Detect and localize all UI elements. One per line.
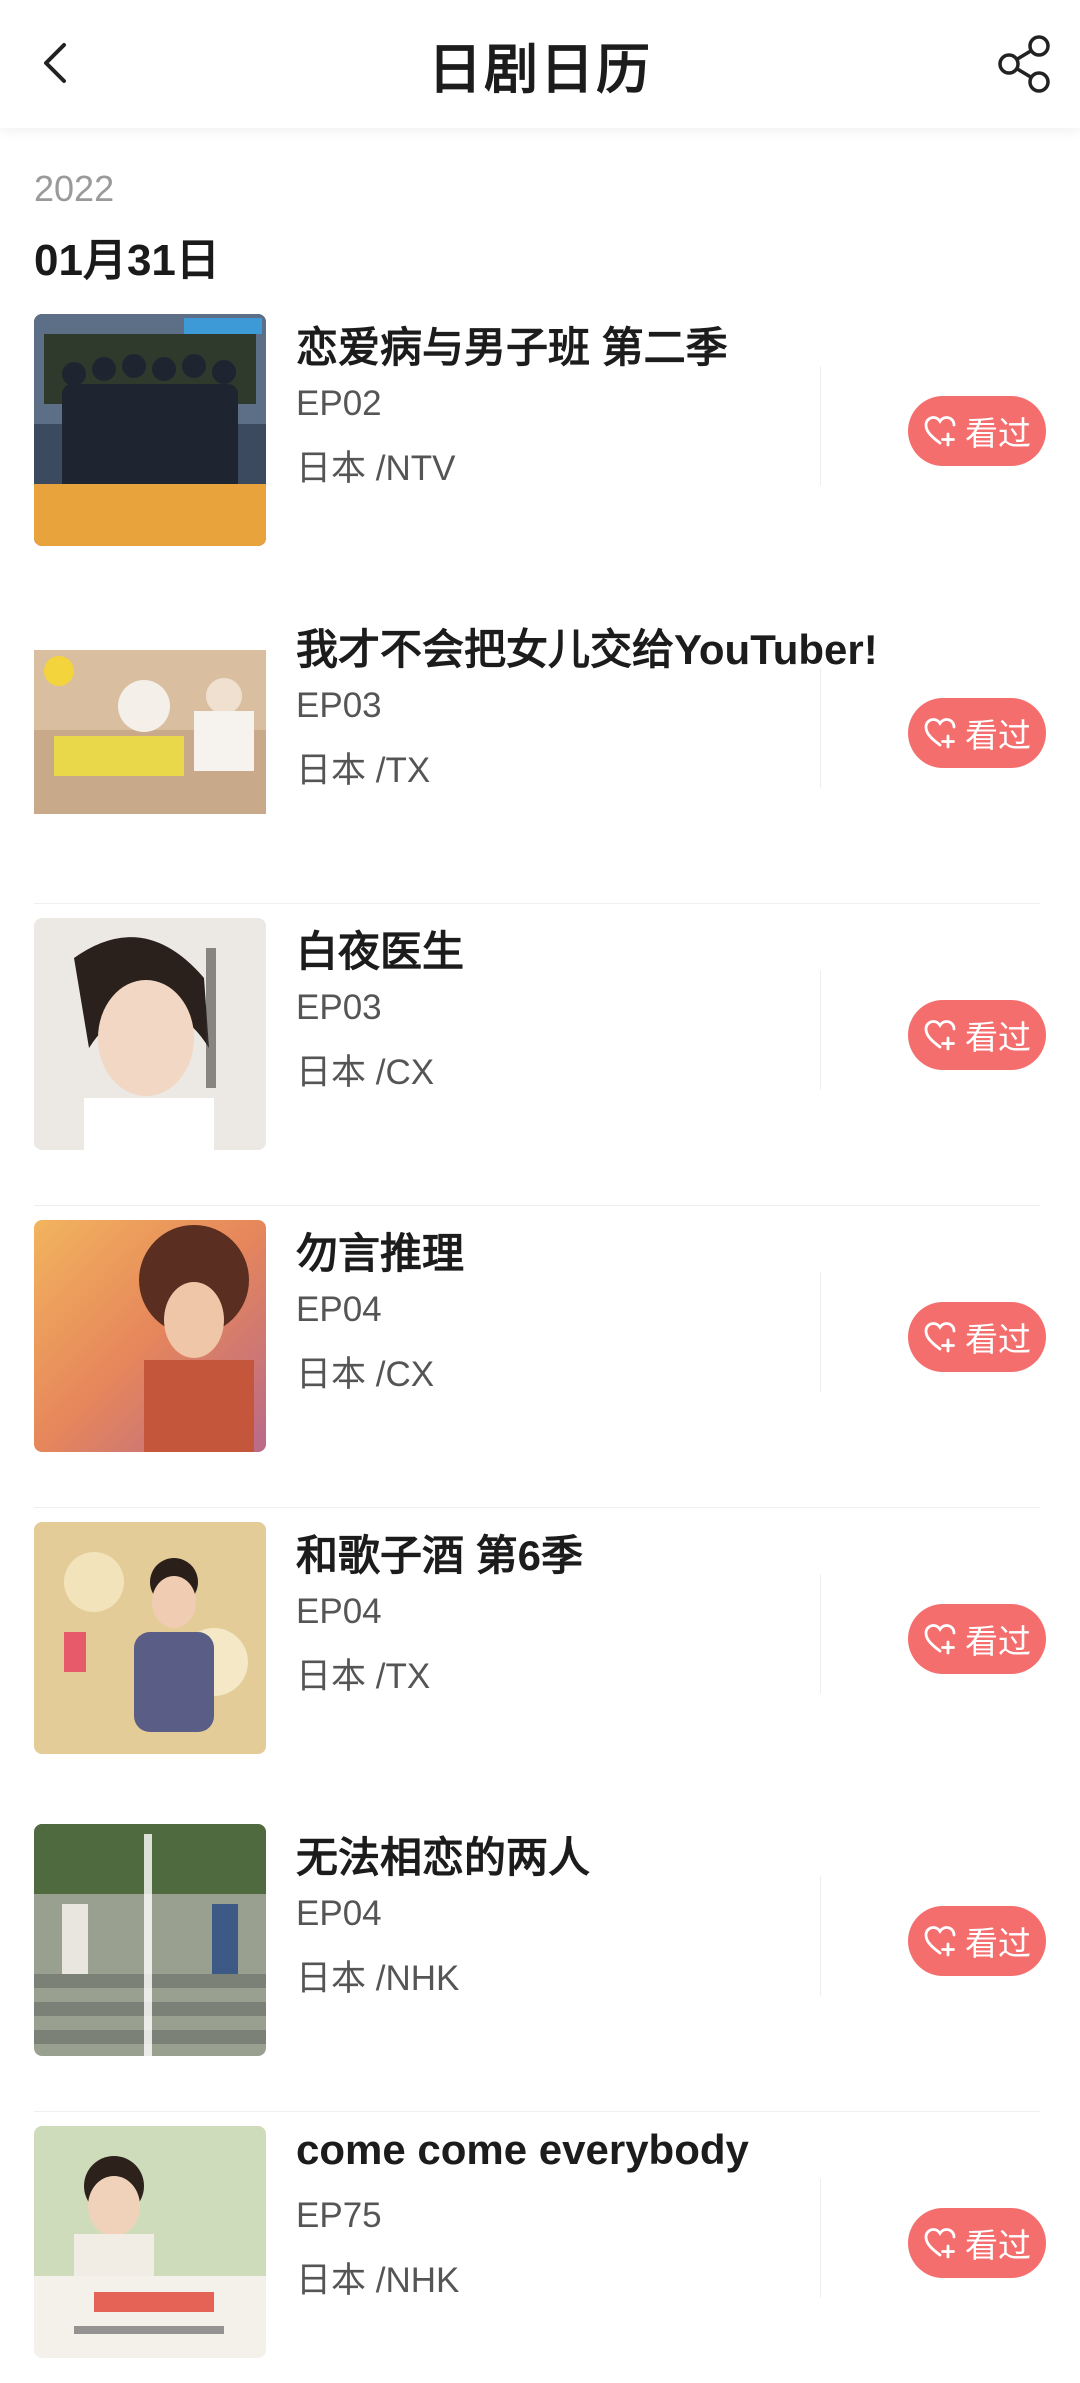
show-poster[interactable]: [34, 616, 266, 848]
divider: [820, 366, 821, 486]
list-item[interactable]: 无法相恋的两人 EP04 日本 /NHK 看过: [0, 1810, 1080, 2112]
page-title: 日剧日历: [428, 39, 652, 100]
divider: [820, 668, 821, 788]
show-network: 日本 /NHK: [296, 1959, 460, 1998]
watched-label: 看过: [965, 2227, 1031, 2264]
heart-add-icon: [924, 416, 956, 447]
show-episode: EP04: [296, 1290, 382, 1329]
list-item[interactable]: 和歌子酒 第6季 EP04 日本 /TX 看过: [0, 1508, 1080, 1810]
show-title: 恋爱病与男子班 第二季: [296, 324, 728, 371]
divider: [820, 970, 821, 1090]
show-episode: EP02: [296, 384, 382, 423]
back-button[interactable]: [22, 30, 88, 96]
watched-button[interactable]: 看过: [908, 1906, 1046, 1976]
show-poster[interactable]: [34, 1220, 266, 1452]
watched-button[interactable]: 看过: [908, 1302, 1046, 1372]
top-bar: 日剧日历: [0, 0, 1080, 128]
show-network: 日本 /TX: [296, 751, 431, 790]
show-title: come come everybody: [296, 2126, 749, 2173]
show-episode: EP03: [296, 988, 382, 1027]
divider: [820, 2178, 821, 2298]
section-year: 2022: [34, 168, 115, 209]
share-button[interactable]: [986, 26, 1062, 102]
divider: [820, 1272, 821, 1392]
show-title: 勿言推理: [296, 1230, 465, 1277]
chevron-left-icon: [44, 43, 66, 83]
list-item[interactable]: 白夜医生 EP03 日本 /CX 看过: [0, 904, 1080, 1206]
list-item[interactable]: come come everybody EP75 日本 /NHK 看过: [0, 2112, 1080, 2383]
watched-label: 看过: [965, 415, 1031, 452]
show-episode: EP04: [296, 1894, 382, 1933]
watched-button[interactable]: 看过: [908, 698, 1046, 768]
share-icon: [998, 35, 1050, 93]
list-item[interactable]: 我才不会把女儿交给YouTuber! EP03 日本 /TX 看过: [0, 602, 1080, 904]
show-title: 和歌子酒 第6季: [296, 1532, 584, 1579]
show-episode: EP04: [296, 1592, 382, 1631]
show-title: 白夜医生: [296, 928, 465, 975]
heart-add-icon: [924, 1322, 956, 1353]
show-network: 日本 /NHK: [296, 2261, 460, 2300]
heart-add-icon: [924, 1624, 956, 1655]
show-network: 日本 /TX: [296, 1657, 431, 1696]
show-network: 日本 /CX: [296, 1053, 435, 1092]
show-list: 恋爱病与男子班 第二季 EP02 日本 /NTV 看过 我才不会把女儿交给You…: [0, 300, 1080, 2383]
show-network: 日本 /CX: [296, 1355, 435, 1394]
show-poster[interactable]: [34, 2126, 266, 2358]
heart-add-icon: [924, 2228, 956, 2259]
list-item[interactable]: 勿言推理 EP04 日本 /CX 看过: [0, 1206, 1080, 1508]
show-title: 无法相恋的两人: [296, 1834, 591, 1881]
watched-button[interactable]: 看过: [908, 396, 1046, 466]
show-poster[interactable]: [34, 1824, 266, 2056]
show-poster[interactable]: [34, 918, 266, 1150]
watched-button[interactable]: 看过: [908, 1000, 1046, 1070]
watched-label: 看过: [965, 1623, 1031, 1660]
heart-add-icon: [924, 718, 956, 749]
heart-add-icon: [924, 1926, 956, 1957]
watched-label: 看过: [965, 1019, 1031, 1056]
list-item[interactable]: 恋爱病与男子班 第二季 EP02 日本 /NTV 看过: [0, 300, 1080, 602]
watched-button[interactable]: 看过: [908, 1604, 1046, 1674]
watched-button[interactable]: 看过: [908, 2208, 1046, 2278]
show-poster[interactable]: [34, 1522, 266, 1754]
watched-label: 看过: [965, 1321, 1031, 1358]
watched-label: 看过: [965, 1925, 1031, 1962]
show-title: 我才不会把女儿交给YouTuber!: [296, 626, 878, 673]
section-date: 01月31日: [34, 236, 220, 285]
watched-label: 看过: [965, 717, 1031, 754]
show-poster[interactable]: [34, 314, 266, 546]
divider: [820, 1876, 821, 1996]
heart-add-icon: [924, 1020, 956, 1051]
show-episode: EP75: [296, 2196, 382, 2235]
show-network: 日本 /NTV: [296, 449, 456, 488]
divider: [820, 1574, 821, 1694]
show-episode: EP03: [296, 686, 382, 725]
